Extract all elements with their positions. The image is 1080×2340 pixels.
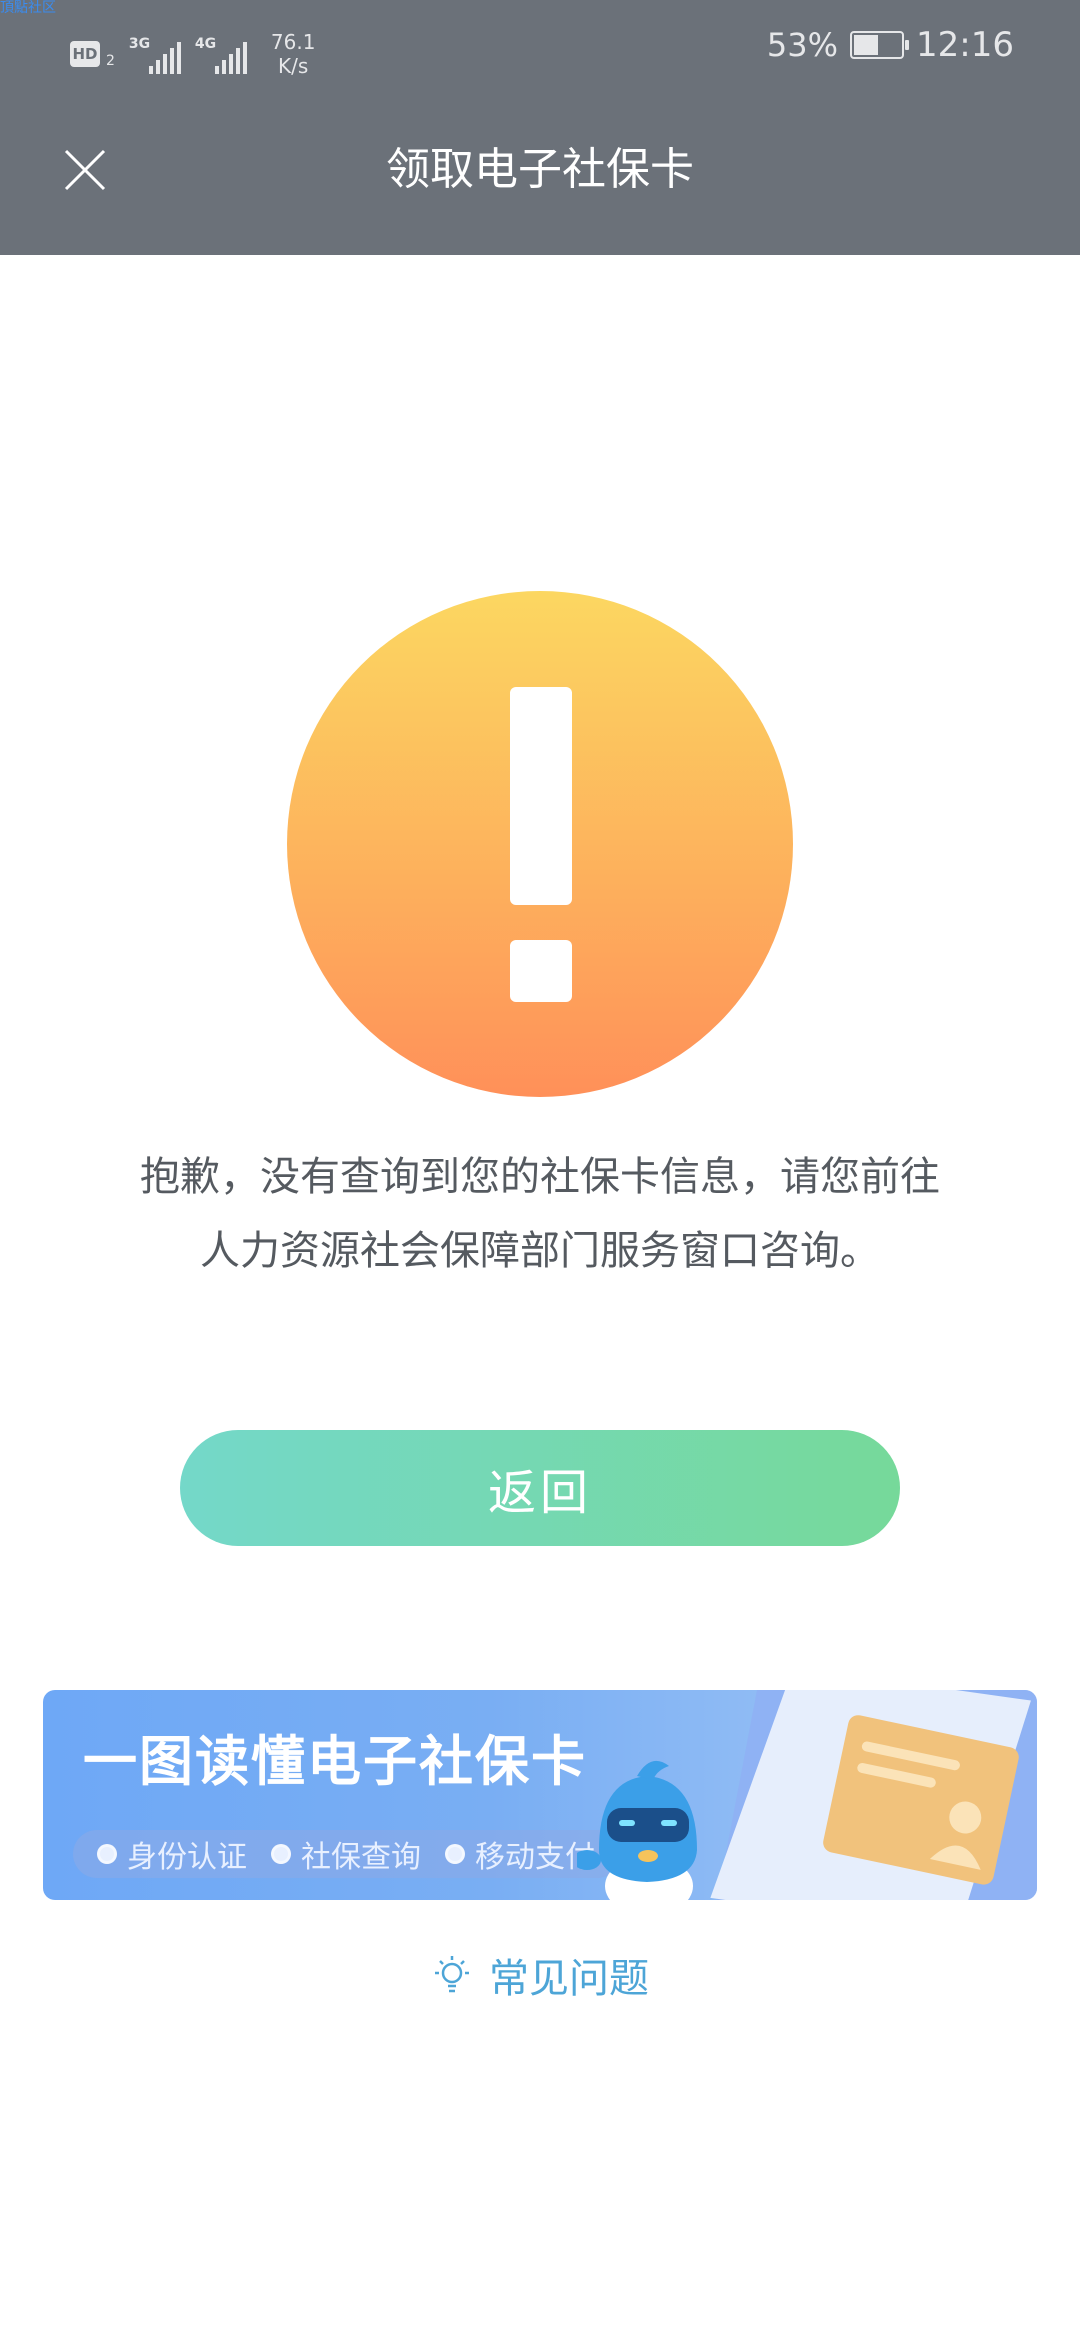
- network-speed: 76.1 K/s: [271, 30, 316, 78]
- battery-icon: [850, 31, 910, 59]
- signal-3g-icon: 3G: [129, 34, 181, 74]
- faq-label: 常见问题: [489, 1956, 649, 2002]
- battery-percent: 53%: [766, 26, 839, 64]
- bullet-icon: [445, 1844, 465, 1864]
- bullet-icon: [97, 1844, 117, 1864]
- exclamation-icon: [287, 591, 793, 1097]
- banner-tag-label: 身份认证: [127, 1840, 247, 1875]
- banner-tags: 身份认证 社保查询 移动支付: [73, 1830, 621, 1878]
- lightbulb-icon: [435, 1956, 469, 1993]
- error-message-line-2: 人力资源社会保障部门服务窗口咨询。: [200, 1228, 880, 1274]
- back-button[interactable]: 返回: [180, 1430, 900, 1546]
- network-speed-unit: K/s: [278, 54, 309, 78]
- header: 頂點社区 HD 2 3G 4G 76.1 K/s 53% 12:16 领取电子社…: [0, 0, 1080, 255]
- network-speed-value: 76.1: [270, 30, 316, 54]
- watermark: 頂點社区: [0, 0, 56, 16]
- exclamation-dot: [510, 940, 572, 1002]
- status-bar-right: 53% 12:16: [767, 20, 1014, 70]
- screen: 頂點社区 HD 2 3G 4G 76.1 K/s 53% 12:16 领取电子社…: [0, 0, 1080, 2340]
- signal-4g-label: 4G: [194, 36, 217, 52]
- signal-4g-icon: 4G: [195, 34, 247, 74]
- faq-link[interactable]: 常见问题: [0, 1945, 1080, 2005]
- mascot-illustration: [577, 1760, 697, 1900]
- banner-tag: 社保查询: [271, 1832, 421, 1876]
- page-title: 领取电子社保卡: [386, 144, 694, 195]
- phone-card-illustration: [577, 1690, 1037, 1900]
- hd-badge: HD: [70, 41, 100, 67]
- banner-title: 一图读懂电子社保卡: [83, 1730, 587, 1793]
- error-message-line-1: 抱歉，没有查询到您的社保卡信息，请您前往: [140, 1154, 940, 1200]
- clock: 12:16: [916, 25, 1014, 65]
- e-social-card-banner[interactable]: 一图读懂电子社保卡 身份认证 社保查询 移动支付: [43, 1690, 1037, 1900]
- banner-tag: 身份认证: [97, 1832, 247, 1876]
- hd-sim-number: 2: [106, 53, 115, 69]
- exclamation-bar: [510, 687, 572, 905]
- banner-tag: 移动支付: [445, 1832, 595, 1876]
- banner-tag-label: 社保查询: [301, 1840, 421, 1875]
- error-message: 抱歉，没有查询到您的社保卡信息，请您前往 人力资源社会保障部门服务窗口咨询。: [60, 1140, 1020, 1288]
- signal-3g-label: 3G: [128, 36, 151, 52]
- bullet-icon: [271, 1844, 291, 1864]
- status-bar-left: HD 2 3G 4G 76.1 K/s: [70, 24, 315, 84]
